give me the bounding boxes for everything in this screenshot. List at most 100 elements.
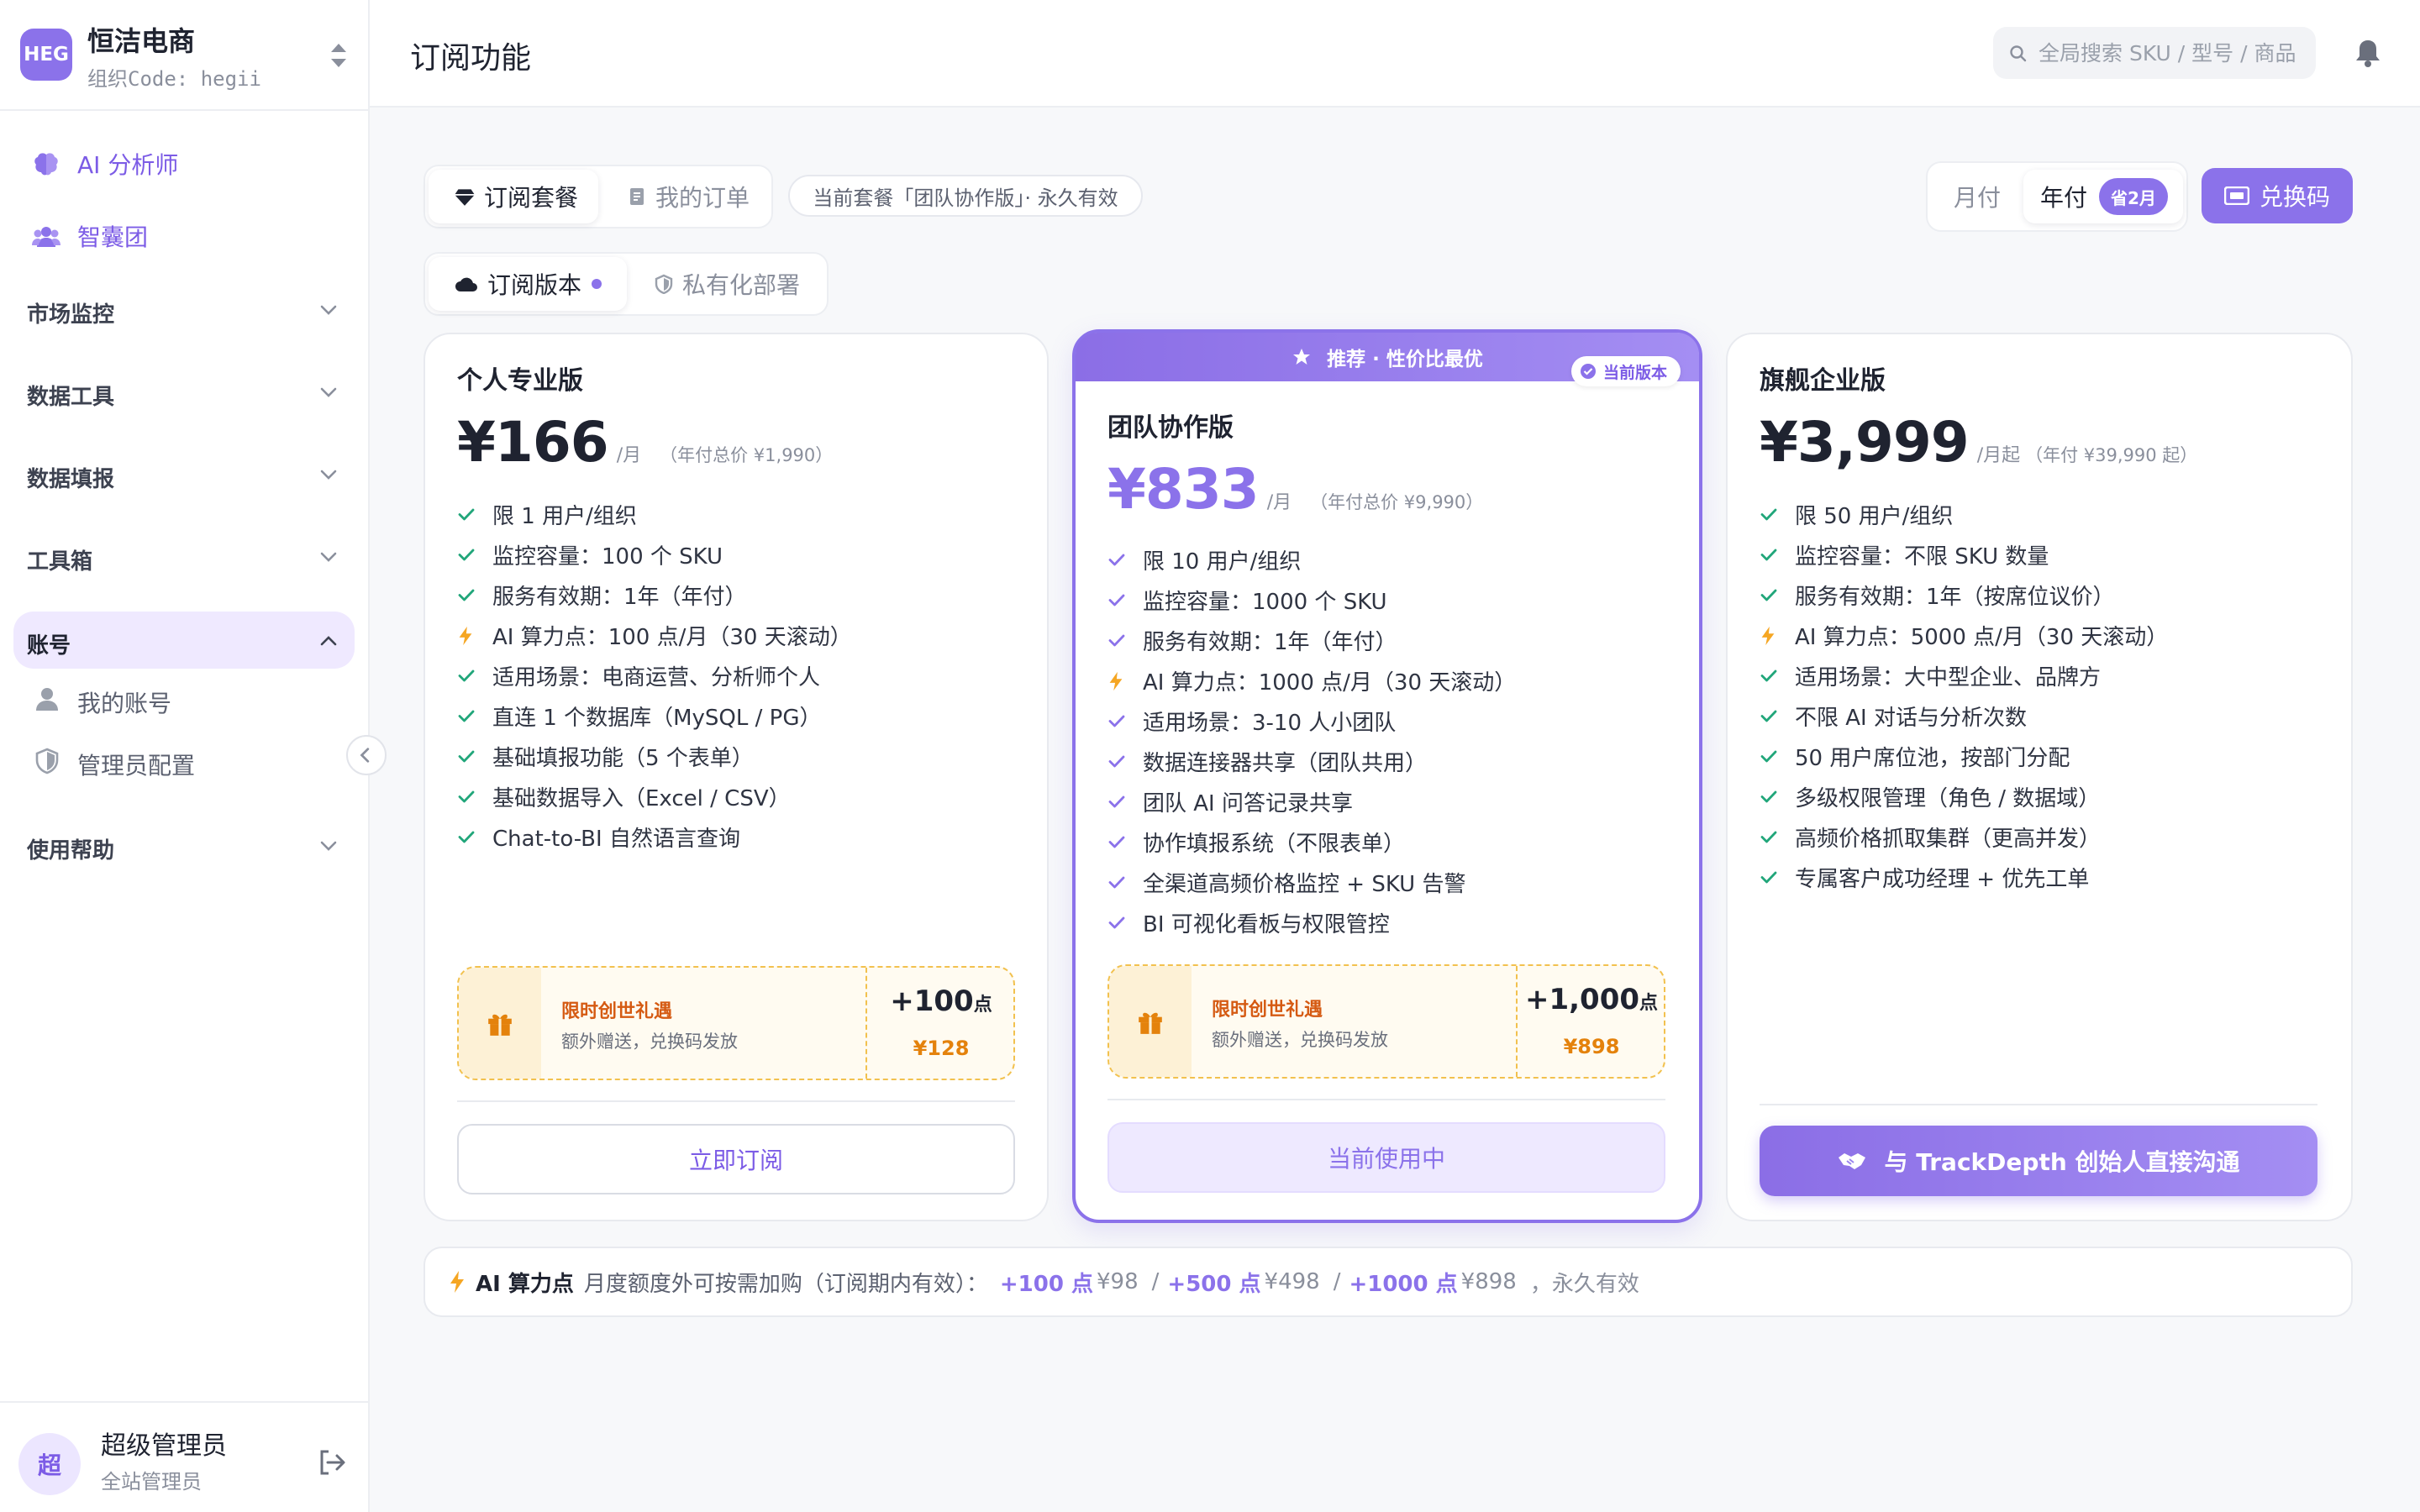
- feature-item: 服务有效期：1年（按席位议价）: [1760, 575, 2314, 615]
- nav-sub-label: 管理员配置: [77, 752, 196, 780]
- contact-founder-button[interactable]: 与 TrackDepth 创始人直接沟通: [1760, 1126, 2317, 1196]
- active-dot: [592, 279, 602, 289]
- current-in-use-button[interactable]: 当前使用中: [1107, 1122, 1665, 1193]
- current-tag-label: 当前版本: [1602, 363, 1667, 382]
- feature-text: 监控容量：不限 SKU 数量: [1795, 543, 2049, 570]
- subscribe-button[interactable]: 立即订阅: [457, 1124, 1015, 1194]
- redeem-code-button[interactable]: 兑换码: [2202, 168, 2353, 223]
- check-icon: [458, 831, 475, 843]
- feature-text: 适用场景：电商运营、分析师个人: [492, 664, 821, 690]
- search-input[interactable]: [2039, 27, 2307, 79]
- cta-label: 与 TrackDepth 创始人直接沟通: [1884, 1148, 2240, 1176]
- current-version-tag: 当前版本: [1570, 356, 1681, 386]
- avatar[interactable]: 超: [18, 1433, 81, 1495]
- main-tabs: 订阅套餐 我的订单: [424, 165, 773, 228]
- feature-item: 基础填报功能（5 个表单）: [457, 736, 1012, 776]
- check-icon: [1108, 634, 1125, 647]
- org-name: 恒洁电商: [87, 25, 196, 57]
- plan-card-enterprise: 旗舰企业版 ¥3,999 /月起 （年付 ¥39,990 起） 限 50 用户/…: [1726, 333, 2353, 1221]
- check-icon: [458, 790, 475, 803]
- switch-updown-icon[interactable]: [328, 40, 350, 71]
- tab-private-deployment[interactable]: 私有化部署: [635, 257, 825, 311]
- feature-text: 基础填报功能（5 个表单）: [492, 745, 754, 771]
- nav-think-tank[interactable]: 智囊团: [13, 208, 355, 264]
- collapse-sidebar-button[interactable]: [346, 735, 387, 775]
- check-icon: [458, 549, 475, 561]
- nav-group-account[interactable]: 账号: [13, 612, 355, 669]
- check-icon: [1108, 916, 1125, 929]
- plan-yearly-total: （年付总价 ¥1,990）: [660, 445, 834, 465]
- addon-title: AI 算力点: [476, 1271, 574, 1297]
- plan-yearly-total: （年付总价 ¥9,990）: [1310, 492, 1484, 512]
- global-search[interactable]: [1993, 27, 2316, 79]
- receipt-icon: [630, 188, 644, 205]
- redeem-label: 兑换码: [2259, 183, 2330, 211]
- feature-text: 服务有效期：1年（年付）: [1143, 629, 1397, 655]
- feature-text: 50 用户席位池，按部门分配: [1795, 745, 2070, 771]
- org-switcher[interactable]: HEG 恒洁电商 组织Code: hegii: [0, 0, 368, 111]
- nav-group-label: 工具箱: [27, 549, 93, 575]
- feature-item: 监控容量：100 个 SKU: [457, 534, 1012, 575]
- addon-option-2-points[interactable]: +500 点: [1167, 1267, 1260, 1298]
- check-icon: [1760, 710, 1777, 722]
- feature-item: 适用场景：大中型企业、品牌方: [1760, 655, 2314, 696]
- nav-group-data-fill[interactable]: 数据填报: [13, 445, 355, 502]
- plan-price: ¥833: [1107, 457, 1260, 522]
- feature-text: 团队 AI 问答记录共享: [1143, 790, 1353, 816]
- feature-text: 数据连接器共享（团队共用）: [1143, 750, 1428, 776]
- nav-label: AI 分析师: [77, 151, 179, 179]
- current-plan-badge: 当前套餐「团队协作版」· 永久有效: [788, 175, 1143, 217]
- user-name: 超级管理员: [101, 1431, 227, 1461]
- tab-subscription-version[interactable]: 订阅版本: [429, 257, 627, 311]
- nav-group-help[interactable]: 使用帮助: [13, 816, 355, 874]
- nav-group-data-tools[interactable]: 数据工具: [13, 363, 355, 420]
- feature-item: 协作填报系统（不限表单）: [1107, 822, 1662, 862]
- nav-admin-config[interactable]: 管理员配置: [13, 734, 355, 788]
- feature-item: 限 1 用户/组织: [457, 494, 1012, 534]
- nav-ai-analyst[interactable]: AI 分析师: [13, 136, 355, 192]
- divider: [1760, 1104, 2317, 1105]
- chevron-up-icon: [320, 636, 337, 646]
- nav-group-toolbox[interactable]: 工具箱: [13, 528, 355, 585]
- feature-item: 50 用户席位池，按部门分配: [1760, 736, 2314, 776]
- plan-period: /月起: [1976, 445, 2021, 466]
- feature-item: Chat-to-BI 自然语言查询: [457, 816, 1012, 857]
- chevron-down-icon: [320, 552, 337, 562]
- addon-option-1-points[interactable]: +100 点: [1000, 1267, 1093, 1298]
- logout-icon[interactable]: [316, 1446, 348, 1478]
- feature-item: 专属客户成功经理 + 优先工单: [1760, 857, 2314, 897]
- billing-monthly-option[interactable]: 月付: [1931, 170, 2023, 223]
- plan-name: 团队协作版: [1107, 413, 1234, 443]
- version-tabs: 订阅版本 私有化部署: [424, 252, 829, 316]
- gift-subtitle: 额外赠送，兑换码发放: [1212, 1030, 1388, 1050]
- gift-points: +1,000点: [1518, 983, 1665, 1016]
- billing-toggle: 月付 年付 省2月: [1926, 161, 2188, 232]
- plan-card-team: 推荐 · 性价比最优 当前版本 团队协作版 ¥833 /月 （年付总价 ¥9,9…: [1072, 329, 1702, 1223]
- feature-item: AI 算力点：100 点/月（30 天滚动）: [457, 615, 1012, 655]
- tab-my-orders[interactable]: 我的订单: [607, 170, 766, 223]
- check-icon: [1108, 554, 1125, 566]
- top-bar: 订阅功能: [370, 0, 2420, 108]
- check-icon: [458, 750, 475, 763]
- plan-price-row: ¥166 /月 （年付总价 ¥1,990）: [457, 410, 833, 475]
- feature-item: 限 10 用户/组织: [1107, 539, 1662, 580]
- plan-name: 个人专业版: [457, 366, 583, 396]
- feature-text: 全渠道高频价格监控 + SKU 告警: [1143, 871, 1466, 897]
- gift-title: 限时创世礼遇: [1212, 1000, 1323, 1021]
- billing-yearly-option[interactable]: 年付 省2月: [2023, 170, 2183, 223]
- chevron-down-icon: [320, 470, 337, 480]
- nav-group-label: 使用帮助: [27, 838, 115, 864]
- chevron-down-icon: [320, 305, 337, 315]
- tab-subscription-plans[interactable]: 订阅套餐: [429, 170, 598, 223]
- check-icon: [1108, 755, 1125, 768]
- feature-text: BI 可视化看板与权限管控: [1143, 911, 1390, 937]
- gift-points-unit: 点: [973, 995, 992, 1016]
- nav-my-account[interactable]: 我的账号: [13, 672, 355, 726]
- feature-item: 适用场景：电商运营、分析师个人: [457, 655, 1012, 696]
- plan-price: ¥3,999: [1760, 410, 1970, 475]
- addon-option-3-points[interactable]: +1000 点: [1349, 1267, 1457, 1298]
- org-avatar: HEG: [20, 29, 72, 81]
- check-icon: [1760, 750, 1777, 763]
- bell-icon[interactable]: [2353, 37, 2383, 69]
- nav-group-market[interactable]: 市场监控: [13, 281, 355, 338]
